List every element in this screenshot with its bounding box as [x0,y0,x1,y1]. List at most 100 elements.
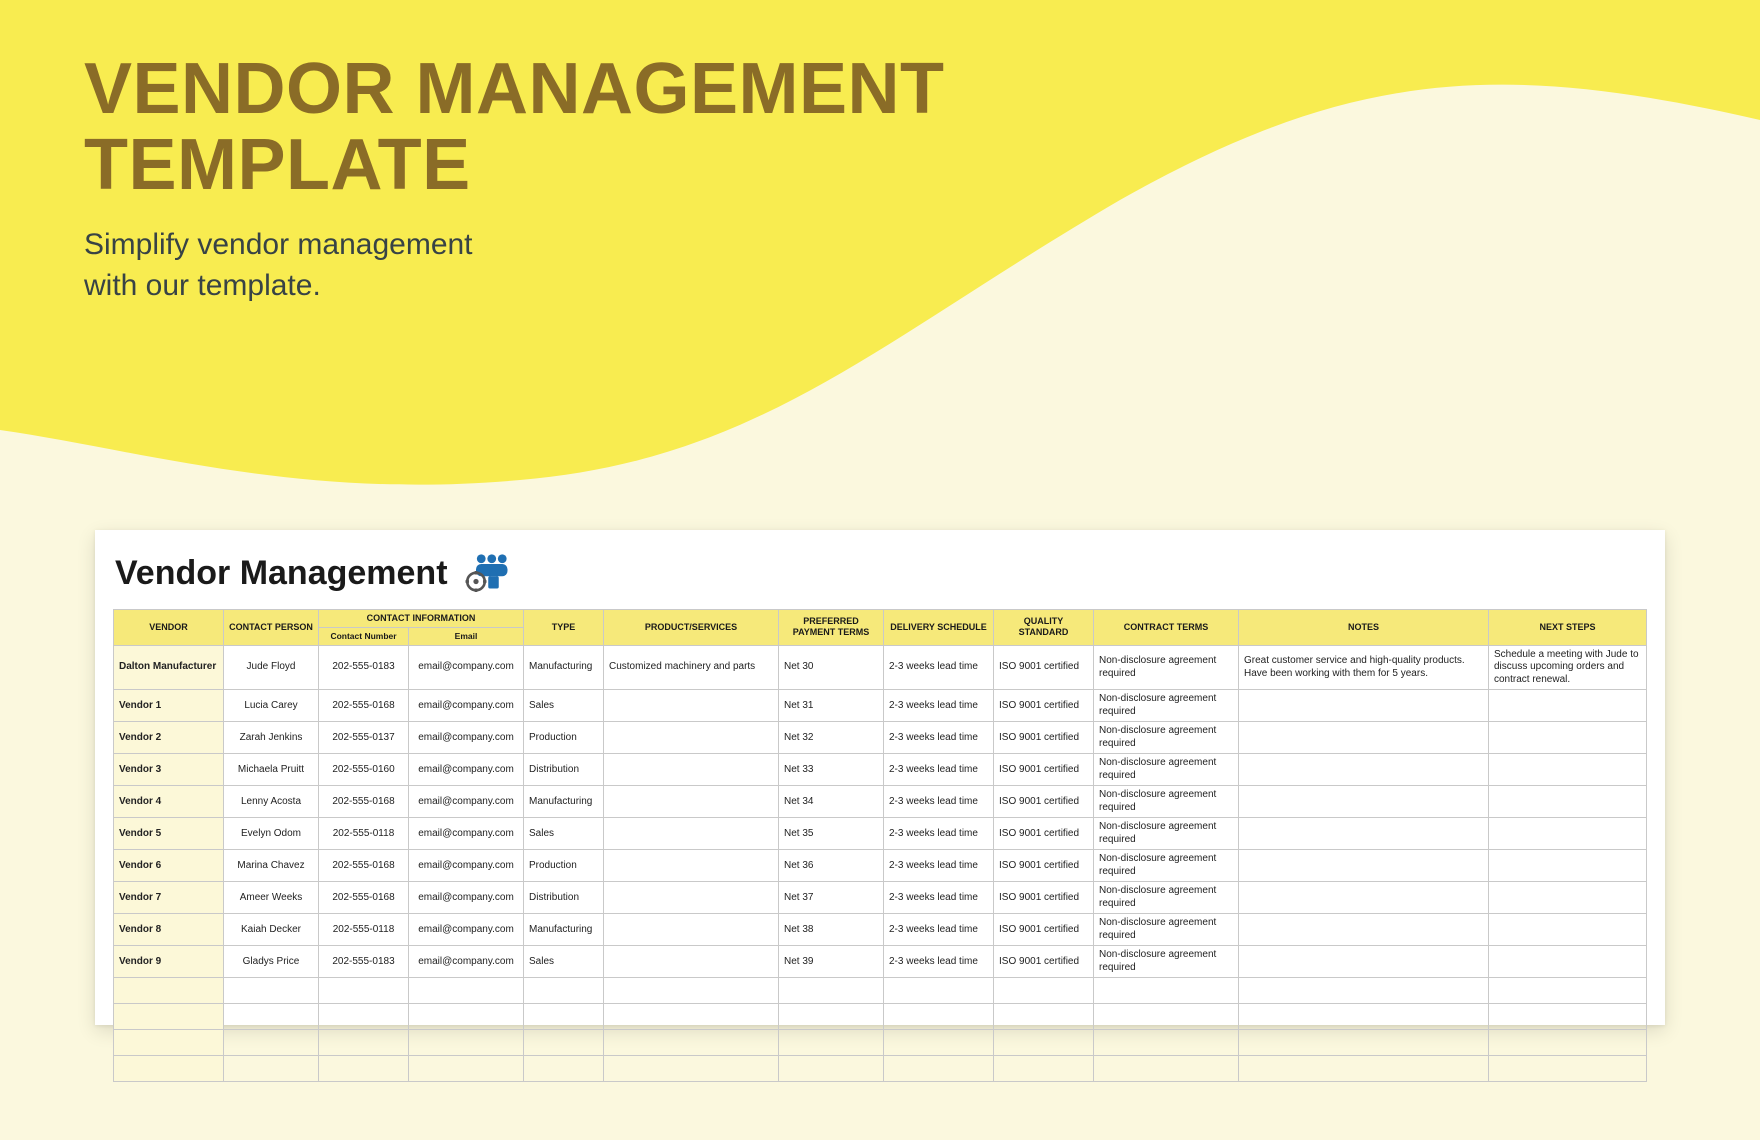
col-contact-number: Contact Number [319,628,409,646]
cell-empty [1489,1056,1647,1082]
cell-delivery: 2-3 weeks lead time [884,690,994,722]
cell-empty [1239,1030,1489,1056]
table-row: Vendor 1Lucia Carey202-555-0168email@com… [114,690,1647,722]
cell-contract: Non-disclosure agreement required [1094,818,1239,850]
cell-empty [319,978,409,1004]
cell-delivery: 2-3 weeks lead time [884,645,994,690]
page-title-line2: TEMPLATE [84,125,471,205]
cell-quality: ISO 9001 certified [994,882,1094,914]
cell-empty [319,1004,409,1030]
cell-type: Distribution [524,882,604,914]
cell-delivery: 2-3 weeks lead time [884,818,994,850]
page-title-line1: VENDOR MANAGEMENT [84,49,945,129]
cell-quality: ISO 9001 certified [994,786,1094,818]
cell-payment: Net 38 [779,914,884,946]
hero-block: VENDOR MANAGEMENT TEMPLATE Simplify vend… [84,52,945,306]
spreadsheet-preview: Vendor Management [95,530,1665,1025]
cell-payment: Net 34 [779,786,884,818]
cell-phone: 202-555-0118 [319,818,409,850]
cell-person: Zarah Jenkins [224,722,319,754]
cell-vendor: Vendor 7 [114,882,224,914]
cell-empty [524,978,604,1004]
cell-type: Production [524,850,604,882]
cell-notes [1239,882,1489,914]
col-product-services: PRODUCT/SERVICES [604,610,779,646]
cell-notes [1239,914,1489,946]
cell-vendor: Vendor 1 [114,690,224,722]
cell-empty [884,1004,994,1030]
cell-next [1489,850,1647,882]
cell-empty [604,1004,779,1030]
table-row-empty [114,978,1647,1004]
cell-email: email@company.com [409,786,524,818]
cell-phone: 202-555-0137 [319,722,409,754]
cell-product [604,690,779,722]
cell-empty [1094,978,1239,1004]
cell-notes [1239,690,1489,722]
cell-empty [604,1056,779,1082]
cell-empty [524,1030,604,1056]
cell-email: email@company.com [409,818,524,850]
cell-next: Schedule a meeting with Jude to discuss … [1489,645,1647,690]
cell-empty [224,1004,319,1030]
cell-delivery: 2-3 weeks lead time [884,882,994,914]
cell-type: Manufacturing [524,645,604,690]
cell-email: email@company.com [409,914,524,946]
cell-empty [994,1004,1094,1030]
cell-delivery: 2-3 weeks lead time [884,754,994,786]
table-row: Vendor 9Gladys Price202-555-0183email@co… [114,946,1647,978]
sheet-title-row: Vendor Management [115,548,1647,599]
page-subtitle-line1: Simplify vendor management [84,228,473,261]
col-email: Email [409,628,524,646]
sheet-title: Vendor Management [115,554,448,593]
cell-person: Gladys Price [224,946,319,978]
cell-payment: Net 33 [779,754,884,786]
cell-quality: ISO 9001 certified [994,818,1094,850]
cell-product [604,722,779,754]
cell-empty [114,1030,224,1056]
cell-empty [524,1056,604,1082]
cell-payment: Net 37 [779,882,884,914]
col-delivery-schedule: DELIVERY SCHEDULE [884,610,994,646]
cell-empty [779,978,884,1004]
cell-product [604,882,779,914]
cell-person: Ameer Weeks [224,882,319,914]
cell-empty [884,978,994,1004]
cell-person: Lucia Carey [224,690,319,722]
cell-email: email@company.com [409,690,524,722]
cell-notes [1239,754,1489,786]
table-row: Vendor 6Marina Chavez202-555-0168email@c… [114,850,1647,882]
cell-phone: 202-555-0183 [319,645,409,690]
cell-next [1489,722,1647,754]
cell-empty [1239,978,1489,1004]
cell-product [604,946,779,978]
cell-email: email@company.com [409,850,524,882]
cell-empty [319,1056,409,1082]
cell-person: Jude Floyd [224,645,319,690]
team-gear-icon [462,548,518,599]
cell-vendor: Vendor 3 [114,754,224,786]
cell-payment: Net 32 [779,722,884,754]
cell-empty [1489,978,1647,1004]
cell-payment: Net 31 [779,690,884,722]
table-body: Dalton ManufacturerJude Floyd202-555-018… [114,645,1647,1082]
cell-email: email@company.com [409,946,524,978]
col-vendor: VENDOR [114,610,224,646]
cell-product [604,786,779,818]
cell-empty [114,1004,224,1030]
cell-product: Customized machinery and parts [604,645,779,690]
table-row: Vendor 8Kaiah Decker202-555-0118email@co… [114,914,1647,946]
cell-vendor: Vendor 5 [114,818,224,850]
cell-delivery: 2-3 weeks lead time [884,850,994,882]
cell-empty [1489,1004,1647,1030]
cell-vendor: Vendor 8 [114,914,224,946]
cell-contract: Non-disclosure agreement required [1094,946,1239,978]
col-payment-terms: PREFERRED PAYMENT TERMS [779,610,884,646]
col-next-steps: NEXT STEPS [1489,610,1647,646]
cell-empty [409,1030,524,1056]
cell-next [1489,786,1647,818]
cell-person: Lenny Acosta [224,786,319,818]
cell-product [604,914,779,946]
cell-next [1489,690,1647,722]
cell-quality: ISO 9001 certified [994,645,1094,690]
